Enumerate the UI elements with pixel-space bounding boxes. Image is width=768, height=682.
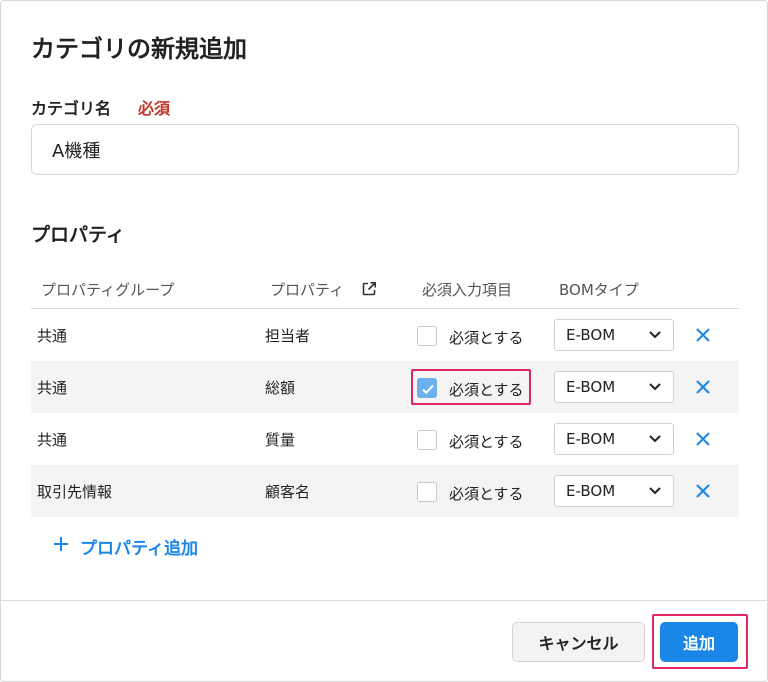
required-checkbox-label: 必須とする — [449, 381, 524, 399]
property-group-cell: 共通 — [37, 431, 68, 449]
bom-type-value: E-BOM — [566, 326, 616, 344]
properties-section-title: プロパティ — [31, 224, 125, 246]
dialog-title: カテゴリの新規追加 — [31, 35, 247, 63]
bom-type-select[interactable]: E-BOM — [554, 371, 674, 403]
chevron-down-icon — [649, 331, 661, 339]
bom-type-value: E-BOM — [566, 482, 616, 500]
plus-icon — [54, 537, 68, 551]
required-checkbox-label: 必須とする — [449, 329, 524, 347]
property-group-cell: 共通 — [37, 327, 68, 345]
add-property-label: プロパティ追加 — [80, 539, 198, 559]
header-required: 必須入力項目 — [422, 281, 513, 299]
table-row: 共通 担当者 必須とする E-BOM — [31, 309, 739, 361]
property-cell: 質量 — [265, 431, 296, 449]
bom-type-select[interactable]: E-BOM — [554, 423, 674, 455]
bom-type-select[interactable]: E-BOM — [554, 475, 674, 507]
header-property-label: プロパティ — [270, 281, 345, 299]
property-cell: 顧客名 — [265, 483, 311, 501]
table-row: 共通 質量 必須とする E-BOM — [31, 413, 739, 465]
property-group-cell: 取引先情報 — [37, 483, 113, 501]
property-group-cell: 共通 — [37, 379, 68, 397]
header-bom-type: BOMタイプ — [559, 281, 639, 299]
remove-row-icon[interactable] — [694, 378, 712, 396]
required-badge: 必須 — [138, 99, 171, 118]
table-header: プロパティグループ プロパティ 必須入力項目 BOMタイプ — [31, 267, 739, 309]
footer-divider — [1, 600, 768, 601]
remove-row-icon[interactable] — [694, 326, 712, 344]
category-name-input[interactable] — [31, 124, 739, 175]
category-name-label: カテゴリ名 — [31, 99, 112, 118]
cancel-button[interactable]: キャンセル — [512, 622, 645, 662]
chevron-down-icon — [649, 487, 661, 495]
required-toggle[interactable]: 必須とする — [411, 473, 531, 509]
header-property-group: プロパティグループ — [41, 281, 175, 299]
table-row: 取引先情報 顧客名 必須とする E-BOM — [31, 465, 739, 517]
required-toggle[interactable]: 必須とする — [411, 317, 531, 353]
property-cell: 総額 — [265, 379, 296, 397]
required-toggle[interactable]: 必須とする — [411, 369, 531, 405]
required-checkbox[interactable] — [417, 378, 437, 398]
property-cell: 担当者 — [265, 327, 311, 345]
properties-table: プロパティグループ プロパティ 必須入力項目 BOMタイプ 共通 担当者 必須とする… — [31, 267, 739, 517]
required-checkbox[interactable] — [417, 430, 437, 450]
add-category-dialog: カテゴリの新規追加 カテゴリ名 必須 プロパティ プロパティグループ プロパティ… — [0, 0, 768, 682]
chevron-down-icon — [649, 435, 661, 443]
external-link-icon[interactable] — [361, 281, 377, 297]
required-checkbox[interactable] — [417, 326, 437, 346]
header-property: プロパティ — [270, 279, 377, 300]
required-checkbox-label: 必須とする — [449, 433, 524, 451]
remove-row-icon[interactable] — [694, 482, 712, 500]
chevron-down-icon — [649, 383, 661, 391]
required-checkbox-label: 必須とする — [449, 485, 524, 503]
bom-type-value: E-BOM — [566, 378, 616, 396]
bom-type-value: E-BOM — [566, 430, 616, 448]
check-icon — [422, 384, 434, 395]
add-button[interactable]: 追加 — [660, 622, 738, 662]
remove-row-icon[interactable] — [694, 430, 712, 448]
table-row: 共通 総額 必須とする E-BOM — [31, 361, 739, 413]
required-toggle[interactable]: 必須とする — [411, 421, 531, 457]
required-checkbox[interactable] — [417, 482, 437, 502]
bom-type-select[interactable]: E-BOM — [554, 319, 674, 351]
